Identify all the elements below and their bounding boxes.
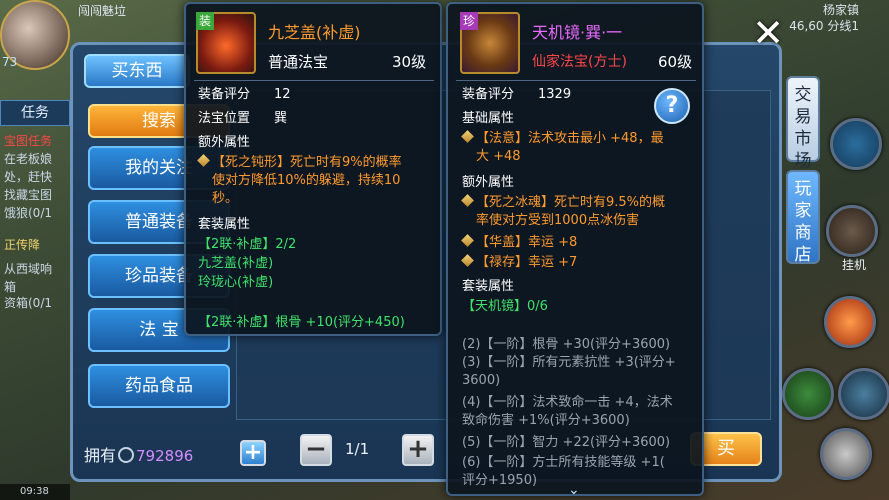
skill-icon[interactable]: [820, 428, 872, 480]
item-type: 普通法宝: [268, 53, 329, 71]
quest-line: 资箱(0/1: [4, 296, 52, 310]
swords-icon[interactable]: [826, 205, 878, 257]
quest-line: 箱: [4, 280, 17, 294]
quest-line[interactable]: 宝图任务: [4, 132, 70, 149]
player-level: 73: [2, 55, 18, 69]
skill-icon[interactable]: [838, 368, 889, 420]
extra-attr-line: 率使对方受到1000点冰伤害: [476, 213, 640, 228]
extra-attr-line: 【华盖】幸运 +8: [461, 234, 578, 251]
quest-line: 在老板娘: [4, 152, 53, 166]
close-icon[interactable]: ✕: [748, 14, 788, 54]
coin-icon: [118, 447, 135, 463]
map-coords: 46,60 分线1: [789, 19, 859, 33]
set-tier-line: 3600): [462, 373, 501, 388]
quest-line: 找藏宝图: [4, 188, 53, 202]
set-tier-line: (5)【一阶】智力 +22(评分+3600): [462, 435, 671, 450]
clock: 09:38: [0, 484, 70, 500]
item-tooltip-left: 装 九芝盖(补虚) 普通法宝 30级 装备评分 12 法宝位置 巽 额外属性 【…: [184, 2, 442, 336]
divider: [194, 80, 434, 81]
auto-battle-label[interactable]: 挂机: [842, 256, 866, 273]
diamond-icon: [461, 234, 474, 247]
set-bonus-line: 【2联·补虚】根骨 +10(评分+450): [198, 315, 405, 330]
quest-line: 处，赶快: [4, 170, 53, 184]
prev-page-button[interactable]: −: [300, 434, 332, 466]
quest-line: 饿狼(0/1: [4, 206, 52, 220]
add-currency-button[interactable]: +: [240, 440, 266, 466]
rating-label: 装备评分: [462, 87, 515, 102]
item-type: 仙家法宝(方士): [532, 54, 627, 70]
item-tooltip-right: 珍 天机镜·巽·一 仙家法宝(方士) 60级 装备评分 1329 ? 基础属性 …: [446, 2, 704, 498]
extra-attr-line: 【死之冰魂】死亡时有9.5%的概: [461, 194, 666, 211]
fire-skill-icon[interactable]: [824, 296, 876, 348]
page-indicator: 1/1: [345, 440, 370, 458]
currency-label: 拥有: [84, 446, 117, 465]
extra-attr-label: 额外属性: [198, 135, 251, 150]
set-tier-line: 致命伤害 +1%(评分+3600): [462, 413, 630, 428]
extra-attr-text: 【死之钝形】死亡时有9%的概率: [212, 155, 402, 170]
rating-value: 12: [274, 87, 291, 102]
extra-attr-line: 秒。: [212, 191, 239, 206]
set-tier-line: (6)【一阶】方士所有技能等级 +1(: [462, 455, 665, 470]
base-attr-line: 【法意】法术攻击最小 +48，最: [461, 130, 664, 147]
item-tag: 珍: [460, 12, 478, 30]
diamond-icon: [461, 254, 474, 267]
quest-line[interactable]: 正传降: [4, 236, 70, 253]
extra-attr-text: 【华盖】幸运 +8: [476, 235, 578, 250]
tab-player-shop[interactable]: 玩家商店: [786, 170, 820, 265]
diamond-icon: [197, 154, 210, 167]
set-attr-line: 【2联·补虚】2/2: [198, 237, 297, 252]
quest-line: 从西域响: [4, 262, 53, 276]
skill-icon[interactable]: [782, 368, 834, 420]
set-tier-line: 评分+1950): [462, 473, 538, 488]
slot-value: 巽: [274, 111, 288, 126]
item-name: 天机镜·巽·一: [532, 23, 623, 42]
scroll-down-icon[interactable]: ⌄: [568, 482, 580, 498]
extra-attr-text: 【死之冰魂】死亡时有9.5%的概: [476, 195, 666, 210]
set-tier-line: (4)【一阶】法术致命一击 +4，法术: [462, 395, 673, 410]
set-attr-line: 玲珑心(补虚): [198, 275, 274, 290]
diamond-icon: [461, 194, 474, 207]
set-tier-line: (2)【一阶】根骨 +30(评分+3600): [462, 337, 671, 352]
tab-trade-market[interactable]: 交易市场: [786, 76, 820, 171]
set-tier-line: (3)【一阶】所有元素抗性 +3(评分+: [462, 355, 676, 370]
extra-attr-line: 使对方降低10%的躲避，持续10: [212, 173, 401, 188]
map-info: 杨家镇 46,60 分线1: [789, 2, 859, 34]
help-button[interactable]: ?: [654, 88, 690, 124]
rating-label: 装备评分: [198, 87, 251, 102]
base-attr-label: 基础属性: [462, 111, 515, 126]
set-name: 【天机镜】0/6: [462, 299, 548, 314]
skill-plus-button[interactable]: [830, 118, 882, 170]
item-tag: 装: [196, 12, 214, 30]
shop-title: 买东西: [84, 54, 190, 88]
currency-value: 792896: [136, 447, 194, 465]
tab-player-shop-label: 玩家商店: [794, 179, 812, 265]
rating-value: 1329: [538, 87, 572, 102]
item-name: 九芝盖(补虚): [268, 23, 361, 42]
currency-owned: 拥有 792896: [84, 442, 193, 466]
extra-attr-line: 【死之钝形】死亡时有9%的概率: [197, 154, 402, 171]
base-attr-line: 大 +48: [476, 149, 521, 164]
player-name: 闯闯魅垃: [78, 4, 127, 18]
category-medicine-food[interactable]: 药品食品: [88, 364, 230, 408]
map-name: 杨家镇: [822, 3, 859, 17]
divider: [456, 80, 696, 81]
item-level: 30级: [392, 53, 427, 71]
item-level: 60级: [658, 53, 693, 71]
set-attr-label: 套装属性: [198, 217, 251, 232]
slot-label: 法宝位置: [198, 111, 251, 126]
set-attr-line: 九芝盖(补虚): [198, 256, 274, 271]
next-page-button[interactable]: +: [402, 434, 434, 466]
extra-attr-text: 【禄存】幸运 +7: [476, 255, 578, 270]
extra-attr-label: 额外属性: [462, 175, 515, 190]
base-attr-text: 【法意】法术攻击最小 +48，最: [476, 131, 664, 146]
tab-trade-market-label: 交易市场: [794, 85, 812, 171]
extra-attr-line: 【禄存】幸运 +7: [461, 254, 578, 271]
task-tab[interactable]: 任务: [0, 100, 70, 126]
set-attr-label: 套装属性: [462, 279, 515, 294]
diamond-icon: [461, 130, 474, 143]
